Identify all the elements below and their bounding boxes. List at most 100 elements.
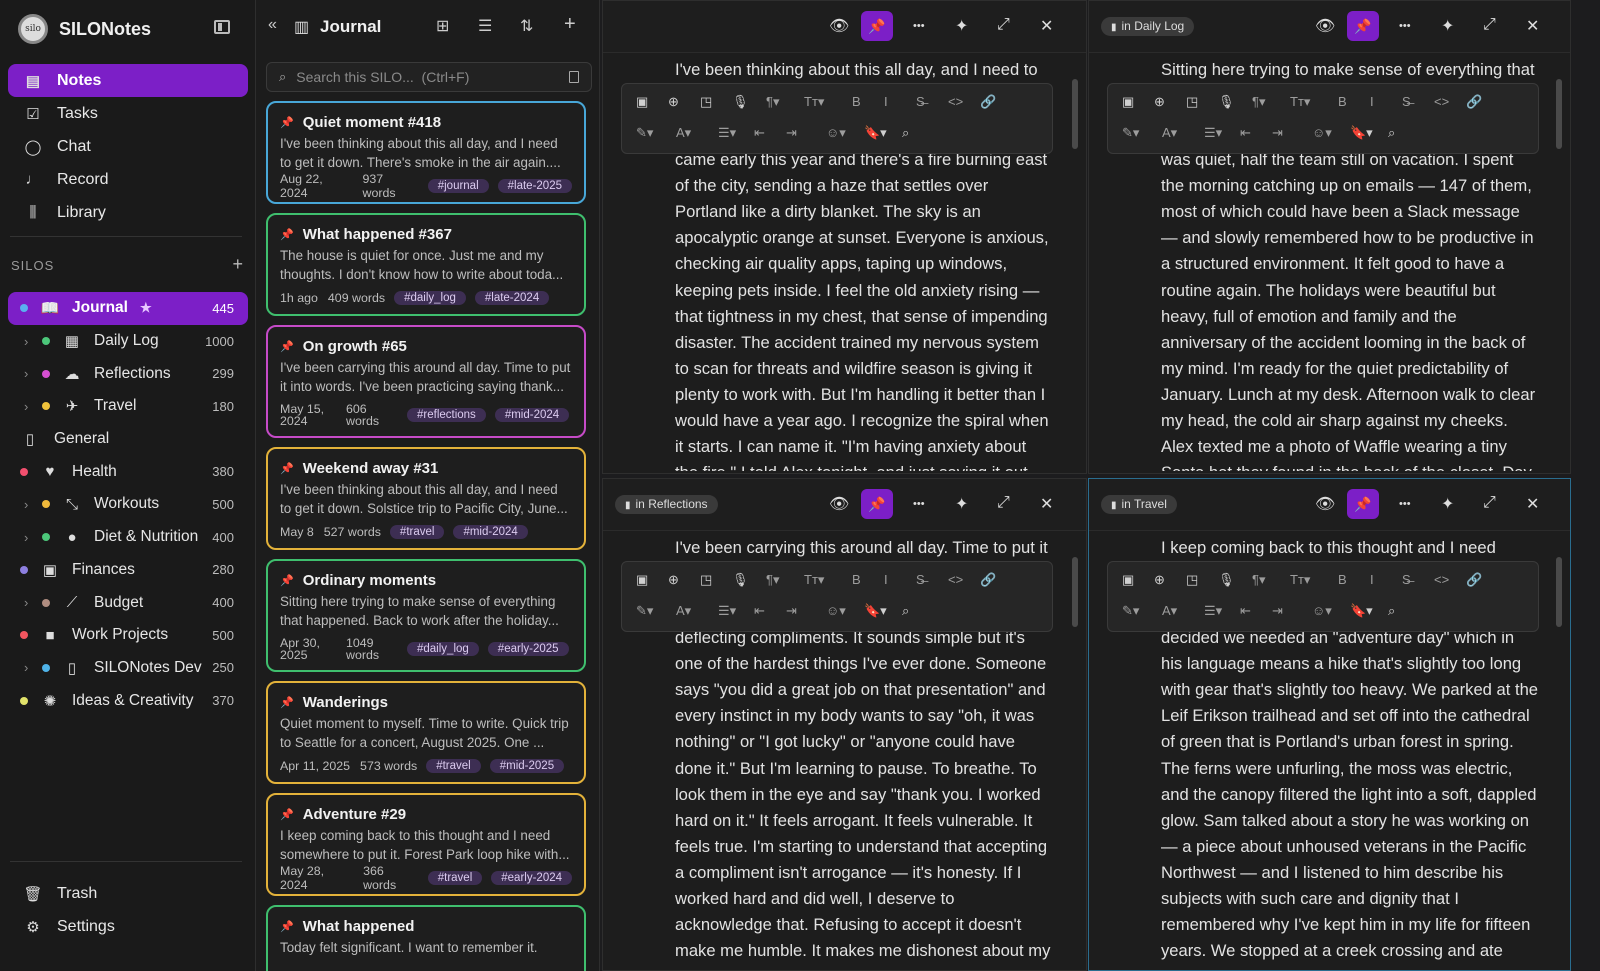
align-left-icon[interactable]: ☰▾ bbox=[718, 125, 736, 141]
note-card[interactable]: 📌 Ordinary moments Sitting here trying to … bbox=[266, 559, 586, 672]
emoji-icon[interactable]: ☺▾ bbox=[826, 603, 846, 619]
scrollbar[interactable] bbox=[1556, 79, 1562, 149]
indent-icon[interactable]: ⇥ bbox=[786, 603, 797, 619]
nav-item-tasks[interactable]: ☑ Tasks bbox=[8, 97, 248, 130]
outdent-icon[interactable]: ⇤ bbox=[1240, 603, 1251, 619]
add-silo-button[interactable]: + bbox=[232, 255, 243, 273]
pin-icon[interactable]: 📌 bbox=[280, 462, 294, 475]
outdent-icon[interactable]: ⇤ bbox=[1240, 125, 1251, 141]
outdent-icon[interactable]: ⇤ bbox=[754, 603, 765, 619]
pin-icon[interactable]: 📌 bbox=[1347, 489, 1379, 519]
sparkle-icon[interactable]: ✦ bbox=[955, 494, 968, 514]
tag-chip[interactable]: #reflections bbox=[407, 408, 486, 422]
sort-icon[interactable]: ⇅ bbox=[520, 16, 533, 36]
file-add-icon[interactable]: ⊕ bbox=[1154, 94, 1165, 110]
note-card[interactable]: 📌 Weekend away #31 I've been thinking abou… bbox=[266, 447, 586, 550]
emoji-icon[interactable]: ☺▾ bbox=[826, 125, 846, 141]
more-icon[interactable]: ••• bbox=[913, 498, 925, 510]
silo-item-health[interactable]: ♥ Health 380 bbox=[8, 455, 248, 488]
image-icon[interactable]: ▣ bbox=[1122, 94, 1134, 110]
pin-icon[interactable]: 📌 bbox=[280, 696, 294, 709]
indent-icon[interactable]: ⇥ bbox=[786, 125, 797, 141]
tag-chip[interactable]: #early-2025 bbox=[487, 642, 569, 656]
silo-item-diet-nutrition[interactable]: › ● Diet & Nutrition 400 bbox=[8, 521, 248, 554]
pin-icon[interactable]: 📌 bbox=[280, 920, 294, 933]
note-card[interactable]: 📌 On growth #65 I've been carrying this ar… bbox=[266, 325, 586, 438]
pin-icon[interactable]: 📌 bbox=[280, 228, 294, 241]
align-left-icon[interactable]: ☰▾ bbox=[718, 603, 736, 619]
indent-icon[interactable]: ⇥ bbox=[1272, 125, 1283, 141]
highlighter-icon[interactable]: ✎▾ bbox=[1122, 603, 1139, 619]
mic-icon[interactable]: 🎙 bbox=[1218, 94, 1235, 110]
text-size-icon[interactable]: Tт▾ bbox=[1290, 572, 1310, 588]
note-card[interactable]: 📌 Quiet moment #418 I've been thinking abo… bbox=[266, 101, 586, 204]
font-color-icon[interactable]: A▾ bbox=[1162, 603, 1177, 619]
italic-icon[interactable]: I bbox=[1370, 572, 1374, 587]
text-size-icon[interactable]: Tт▾ bbox=[804, 94, 824, 110]
pin-icon[interactable]: 📌 bbox=[280, 116, 294, 129]
italic-icon[interactable]: I bbox=[884, 94, 888, 109]
pin-icon[interactable]: 📌 bbox=[861, 11, 893, 41]
more-icon[interactable]: ••• bbox=[913, 20, 925, 32]
pin-icon[interactable]: 📌 bbox=[280, 340, 294, 353]
pin-icon[interactable]: 📌 bbox=[861, 489, 893, 519]
tag-chip[interactable]: #mid-2025 bbox=[489, 759, 565, 773]
tag-chip[interactable]: #late-2024 bbox=[474, 291, 550, 305]
tag-chip[interactable]: #travel bbox=[389, 525, 445, 539]
expand-icon[interactable]: ⤢ bbox=[997, 494, 1010, 512]
expand-icon[interactable]: ⤢ bbox=[1483, 16, 1496, 34]
tag-chip[interactable]: #daily_log bbox=[394, 291, 466, 305]
align-left-icon[interactable]: ☰▾ bbox=[1204, 125, 1222, 141]
sticky-icon[interactable]: ◳ bbox=[700, 572, 712, 588]
new-note-button[interactable]: + bbox=[564, 13, 576, 36]
bookmark-icon[interactable]: 🔖▾ bbox=[864, 603, 887, 619]
chevron-right-icon[interactable]: › bbox=[24, 334, 28, 349]
image-icon[interactable]: ▣ bbox=[636, 94, 648, 110]
eye-icon[interactable]: 👁 bbox=[1315, 16, 1335, 36]
chevron-right-icon[interactable]: › bbox=[24, 366, 28, 381]
note-card[interactable]: 📌 What happened #367 The house is quiet fo… bbox=[266, 213, 586, 316]
list-view-icon[interactable]: ☰ bbox=[478, 16, 492, 36]
text-size-icon[interactable]: Tт▾ bbox=[804, 572, 824, 588]
link-icon[interactable]: 🔗 bbox=[1466, 94, 1482, 110]
tag-chip[interactable]: #journal bbox=[427, 179, 489, 193]
more-icon[interactable]: ••• bbox=[1399, 498, 1411, 510]
silo-item-travel[interactable]: › ✈ Travel 180 bbox=[8, 390, 248, 423]
search-input[interactable] bbox=[296, 69, 557, 85]
silo-item-daily-log[interactable]: › ▦ Daily Log 1000 bbox=[8, 325, 248, 358]
find-icon[interactable]: ⌕ bbox=[902, 125, 909, 141]
emoji-icon[interactable]: ☺▾ bbox=[1312, 603, 1332, 619]
close-icon[interactable]: ✕ bbox=[1040, 494, 1053, 514]
mic-icon[interactable]: 🎙 bbox=[732, 94, 749, 110]
indent-icon[interactable]: ⇥ bbox=[1272, 603, 1283, 619]
italic-icon[interactable]: I bbox=[884, 572, 888, 587]
pin-icon[interactable]: 📌 bbox=[280, 808, 294, 821]
tag-chip[interactable]: #early-2024 bbox=[491, 871, 572, 885]
tag-chip[interactable]: #daily_log bbox=[407, 642, 479, 656]
chevron-right-icon[interactable]: › bbox=[24, 595, 28, 610]
code-icon[interactable]: <> bbox=[1434, 572, 1449, 587]
close-icon[interactable]: ✕ bbox=[1526, 494, 1539, 514]
star-icon[interactable]: ★ bbox=[140, 300, 152, 316]
silo-item-work-projects[interactable]: ■ Work Projects 500 bbox=[8, 619, 248, 652]
chevron-right-icon[interactable]: › bbox=[24, 399, 28, 414]
bold-icon[interactable]: B bbox=[852, 572, 861, 587]
nav-item-notes[interactable]: ▤ Notes bbox=[8, 64, 248, 97]
link-icon[interactable]: 🔗 bbox=[1466, 572, 1482, 588]
link-icon[interactable]: 🔗 bbox=[980, 94, 996, 110]
nav-item-chat[interactable]: ◯ Chat bbox=[8, 130, 248, 163]
font-color-icon[interactable]: A▾ bbox=[676, 603, 691, 619]
strikethrough-icon[interactable]: S̶ bbox=[1402, 94, 1411, 109]
page-icon[interactable] bbox=[569, 71, 579, 83]
paragraph-icon[interactable]: ¶▾ bbox=[1252, 572, 1266, 588]
nav-item-settings[interactable]: ⚙ Settings bbox=[8, 910, 248, 943]
silo-item-finances[interactable]: ▣ Finances 280 bbox=[8, 554, 248, 587]
scrollbar[interactable] bbox=[1072, 79, 1078, 149]
code-icon[interactable]: <> bbox=[1434, 94, 1449, 109]
silo-item-workouts[interactable]: › ⤡ Workouts 500 bbox=[8, 488, 248, 521]
note-card[interactable]: 📌 What happened Today felt significant. I … bbox=[266, 905, 586, 971]
sticky-icon[interactable]: ◳ bbox=[1186, 572, 1198, 588]
paragraph-icon[interactable]: ¶▾ bbox=[1252, 94, 1266, 110]
eye-icon[interactable]: 👁 bbox=[829, 494, 849, 514]
file-add-icon[interactable]: ⊕ bbox=[1154, 572, 1165, 588]
